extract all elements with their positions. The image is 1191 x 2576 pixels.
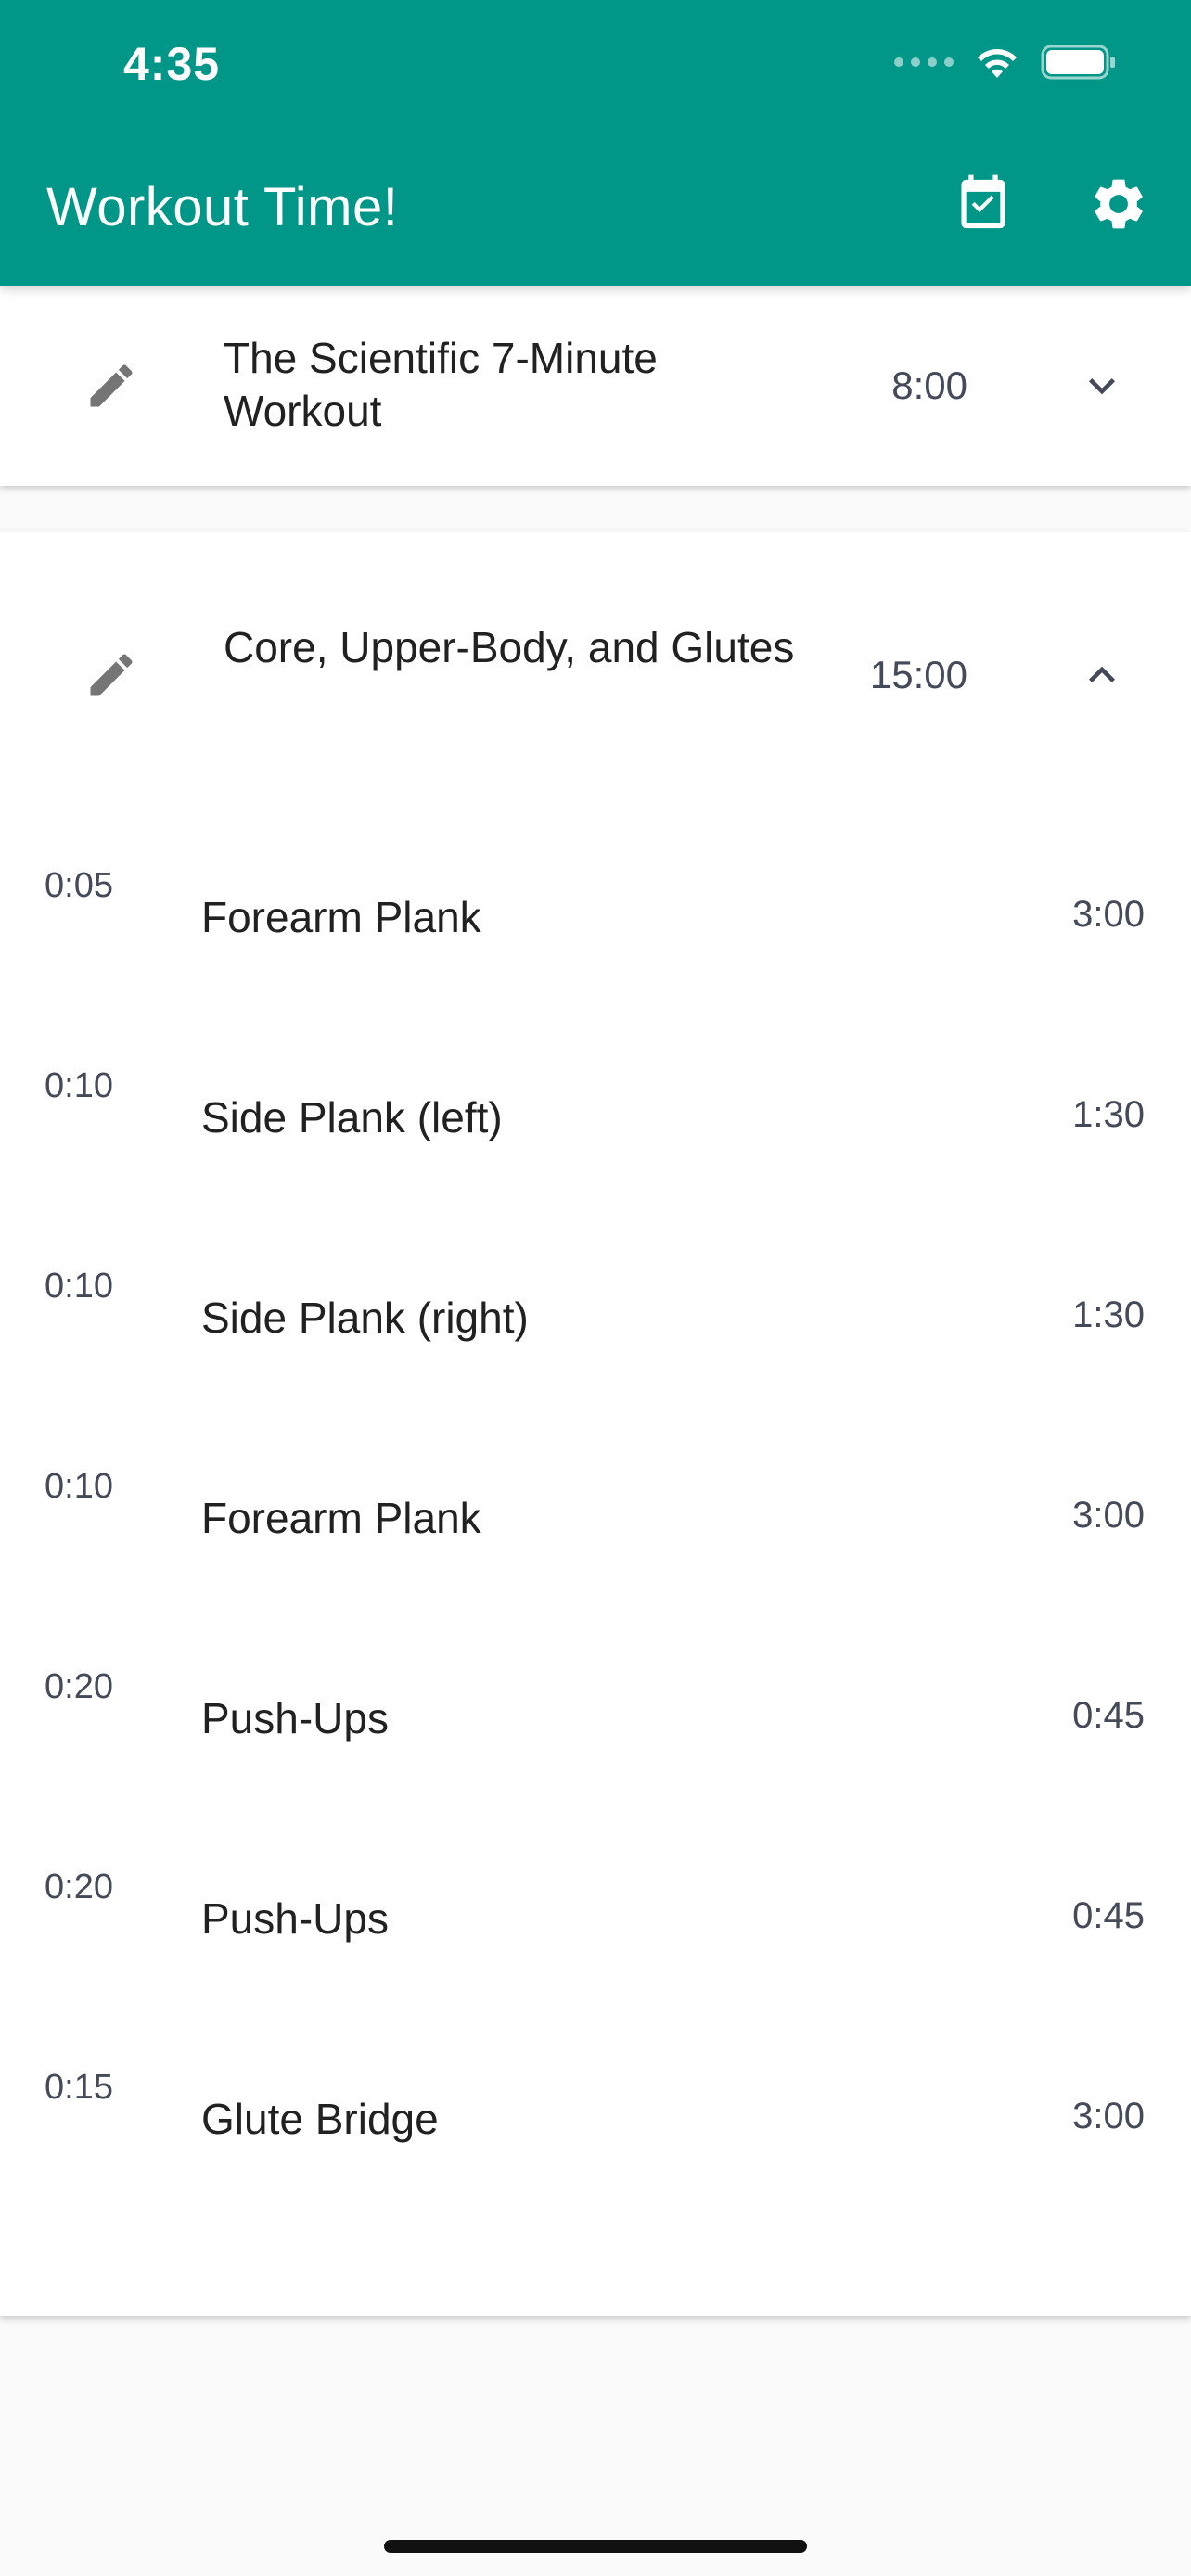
exercise-row[interactable]: 0:15 Glute Bridge 3:00: [0, 2021, 1191, 2222]
chevron-up-icon: [1089, 666, 1115, 682]
exercise-name: Side Plank (left): [201, 1093, 503, 1141]
exercise-name: Push-Ups: [201, 1694, 389, 1742]
workout-card[interactable]: Core, Upper-Body, and Glutes 15:00 0:05 …: [0, 532, 1191, 2316]
settings-button[interactable]: [1083, 169, 1154, 239]
exercise-duration: 0:45: [1072, 1895, 1145, 1936]
expand-button[interactable]: [1069, 352, 1135, 419]
edit-workout-button[interactable]: [78, 642, 145, 708]
exercise-duration: 3:00: [1072, 1495, 1145, 1536]
home-indicator[interactable]: [384, 2540, 807, 2553]
workout-title: The Scientific 7-Minute Workout: [224, 334, 658, 435]
exercise-name: Push-Ups: [201, 1894, 389, 1943]
pencil-icon: [90, 654, 133, 696]
exercise-rest-time: 0:10: [45, 1467, 113, 1506]
exercise-rest-time: 0:10: [45, 1267, 113, 1306]
exercise-row[interactable]: 0:10 Side Plank (right) 1:30: [0, 1220, 1191, 1421]
workout-card[interactable]: The Scientific 7-Minute Workout 8:00: [0, 286, 1191, 486]
exercise-duration: 3:00: [1072, 2096, 1145, 2136]
chevron-down-icon: [1089, 378, 1115, 395]
exercise-duration: 3:00: [1072, 894, 1145, 935]
calendar-button[interactable]: [948, 169, 1018, 239]
exercise-name: Side Plank (right): [201, 1294, 529, 1342]
screen: 4:35 Workout Time! The Scientific 7-Minu…: [0, 0, 1191, 2576]
collapse-button[interactable]: [1069, 642, 1135, 708]
exercise-row[interactable]: 0:20 Push-Ups 0:45: [0, 1821, 1191, 2021]
exercise-rest-time: 0:20: [45, 1868, 113, 1906]
exercise-name: Forearm Plank: [201, 1494, 481, 1542]
exercise-rest-time: 0:10: [45, 1066, 113, 1105]
calendar-check-icon: [961, 174, 1005, 229]
exercise-row[interactable]: 0:10 Side Plank (left) 1:30: [0, 1020, 1191, 1220]
exercise-rest-time: 0:20: [45, 1667, 113, 1706]
status-time: 4:35: [123, 38, 221, 90]
edit-workout-button[interactable]: [78, 352, 145, 419]
wifi-icon: [978, 49, 1017, 78]
exercise-name: Forearm Plank: [201, 893, 481, 941]
exercise-row[interactable]: 0:20 Push-Ups 0:45: [0, 1621, 1191, 1821]
exercise-duration: 0:45: [1072, 1695, 1145, 1736]
workout-card-header[interactable]: Core, Upper-Body, and Glutes 15:00: [0, 532, 1191, 820]
workout-duration: 15:00: [869, 653, 967, 696]
exercise-name: Glute Bridge: [201, 2095, 439, 2143]
gear-icon: [1095, 179, 1143, 229]
exercise-rest-time: 0:15: [45, 2068, 113, 2107]
workout-title: Core, Upper-Body, and Glutes: [224, 623, 795, 671]
exercise-duration: 1:30: [1072, 1294, 1145, 1335]
exercise-rest-time: 0:05: [45, 866, 113, 905]
app-bar-actions: [948, 169, 1154, 239]
workout-duration: 8:00: [891, 363, 967, 407]
exercise-list: 0:05 Forearm Plank 3:00 0:10 Side Plank …: [0, 820, 1191, 2222]
app-bar: 4:35 Workout Time!: [0, 0, 1191, 286]
exercise-row[interactable]: 0:05 Forearm Plank 3:00: [0, 820, 1191, 1020]
status-indicators: [894, 45, 1117, 80]
battery-icon: [1041, 45, 1115, 80]
workout-card-header[interactable]: The Scientific 7-Minute Workout 8:00: [0, 286, 1191, 486]
exercise-duration: 1:30: [1072, 1094, 1145, 1135]
pencil-icon: [90, 364, 133, 407]
app-title: Workout Time!: [46, 177, 399, 237]
cellular-signal-icon: [894, 57, 954, 67]
exercise-row[interactable]: 0:10 Forearm Plank 3:00: [0, 1421, 1191, 1621]
